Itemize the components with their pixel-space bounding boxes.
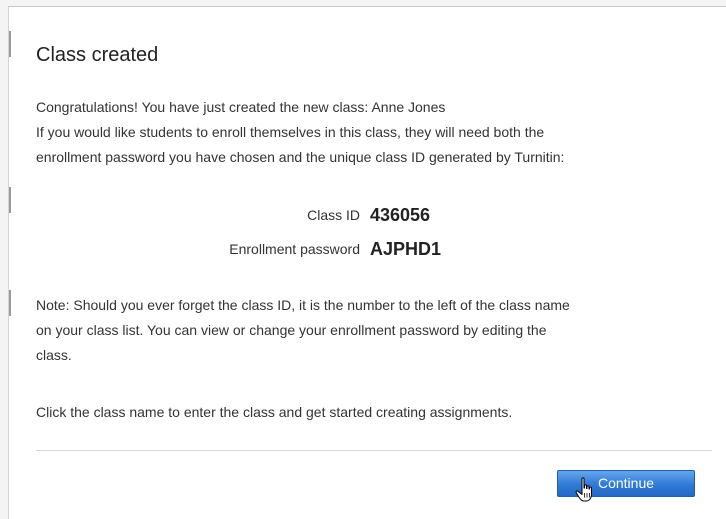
enrollment-password-row: Enrollment password AJPHD1 (9, 235, 726, 263)
note-text: Note: Should you ever forget the class I… (36, 293, 570, 368)
divider (36, 450, 712, 451)
enrollment-password-label: Enrollment password (229, 241, 360, 257)
intro-text: Congratulations! You have just created t… (36, 95, 564, 170)
intro-line: If you would like students to enroll the… (36, 124, 545, 140)
class-created-dialog: Class created Congratulations! You have … (8, 6, 726, 519)
intro-line: enrollment password you have chosen and … (36, 149, 565, 165)
edge-mark (9, 290, 11, 316)
class-id-label: Class ID (307, 207, 360, 223)
class-id-value: 436056 (370, 204, 431, 225)
note-line: class. (36, 347, 72, 363)
dialog-title: Class created (36, 44, 159, 66)
enrollment-password-value: AJPHD1 (370, 238, 442, 259)
note-line: Note: Should you ever forget the class I… (36, 297, 570, 313)
note-line: on your class list. You can view or chan… (36, 322, 547, 338)
hand-pointer-icon (575, 477, 592, 502)
class-id-row: Class ID 436056 (9, 201, 726, 229)
edge-mark (9, 31, 11, 57)
call-to-action-text: Click the class name to enter the class … (36, 404, 513, 420)
intro-line: Congratulations! You have just created t… (36, 99, 446, 115)
